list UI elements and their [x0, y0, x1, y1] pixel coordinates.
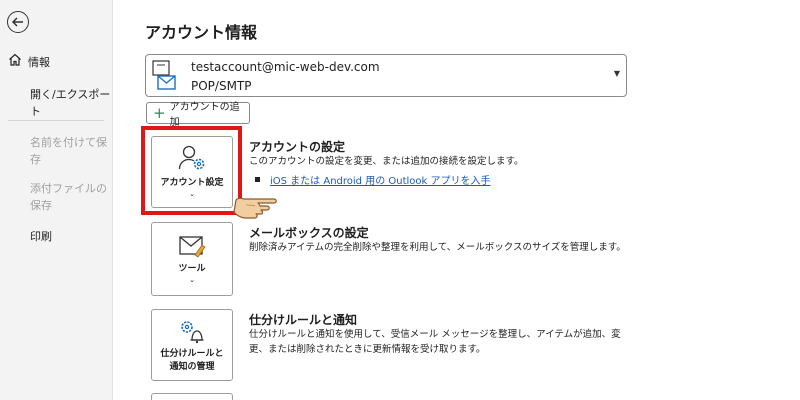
nav-item-info[interactable]: 情報 [0, 52, 112, 72]
home-icon [8, 53, 22, 71]
plus-icon: + [153, 103, 166, 122]
account-selector[interactable]: testaccount@mic-web-dev.com POP/SMTP ▼ [145, 54, 627, 97]
back-arrow-icon[interactable] [7, 11, 29, 33]
nav-item-label: 情報 [28, 55, 50, 69]
page-title: アカウント情報 [145, 23, 258, 42]
add-account-button[interactable]: + アカウントの追加 [146, 102, 250, 128]
chevron-down-icon: ▼ [613, 69, 620, 78]
next-section-tile[interactable] [151, 393, 233, 400]
rules-tile-label-line1: 仕分けルールと [160, 349, 224, 359]
bullet-marker [255, 177, 260, 182]
tools-tile-label: ツール [178, 264, 206, 274]
chevron-down-icon: ⌄ [189, 276, 195, 284]
nav-item-save-attachments[interactable]: 添付ファイルの保存 [0, 180, 108, 214]
manage-rules-alerts-button[interactable]: 仕分けルールと 通知の管理 [151, 309, 233, 381]
section-title: アカウントの設定 [249, 140, 346, 154]
rules-tile-label-line2: 通知の管理 [169, 362, 215, 372]
nav-item-open-export[interactable]: 開く/エクスポート [0, 86, 112, 120]
mailbox-tools-icon [177, 233, 207, 263]
backstage-sidebar: 情報 開く/エクスポート 名前を付けて保存 添付ファイルの保存 印刷 [0, 0, 112, 400]
section-description: このアカウントの設定を変更、または追加の接続を設定します。 [249, 156, 524, 167]
sidebar-divider [8, 120, 104, 121]
highlight-box [141, 126, 242, 215]
section-description: 削除済みアイテムの完全削除や整理を利用して、メールボックスのサイズを管理します。 [249, 242, 626, 253]
section-title: メールボックスの設定 [249, 226, 369, 240]
account-mail-icon [151, 59, 177, 93]
rules-alerts-icon [177, 318, 207, 348]
tools-button[interactable]: ツール ⌄ [151, 222, 233, 296]
account-protocol: POP/SMTP [191, 79, 252, 93]
nav-item-print[interactable]: 印刷 [0, 228, 112, 245]
get-outlook-mobile-link[interactable]: iOS または Android 用の Outlook アプリを入手 [270, 172, 491, 187]
add-account-label: アカウントの追加 [169, 102, 240, 128]
nav-item-save-as[interactable]: 名前を付けて保存 [0, 134, 108, 168]
pointing-hand-icon [232, 188, 294, 222]
account-email: testaccount@mic-web-dev.com [191, 60, 380, 74]
section-title: 仕分けルールと通知 [249, 313, 358, 327]
section-description: 仕分けルールと通知を使用して、受信メール メッセージを整理し、アイテムが追加、変… [249, 329, 621, 355]
